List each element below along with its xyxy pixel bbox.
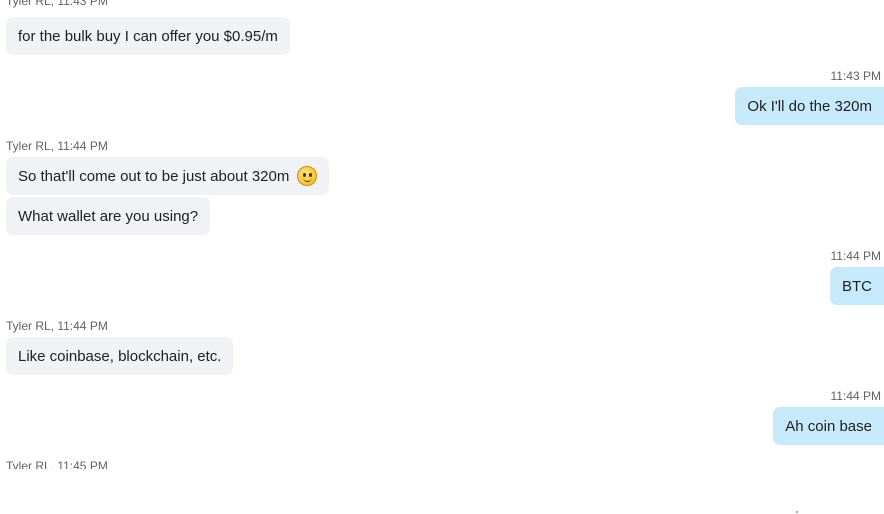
message-text: BTC	[842, 277, 872, 295]
message-header: Tyler RL, 11:43 PM	[6, 0, 108, 8]
message-header: Tyler RL, 11:44 PM	[6, 319, 108, 333]
incoming-message[interactable]: What wallet are you using?	[6, 197, 211, 235]
message-timestamp: 11:44 PM	[830, 249, 881, 263]
message-text: So that'll come out to be just about 320…	[18, 167, 290, 185]
chat-conversation: Tyler RL, 11:43 PM for the bulk buy I ca…	[0, 0, 884, 514]
message-timestamp: 11:44 PM	[830, 389, 881, 403]
scroll-indicator-dot	[796, 511, 798, 513]
incoming-message[interactable]: for the bulk buy I can offer you $0.95/m	[6, 17, 290, 55]
message-header: Tyler RL, 11:44 PM	[6, 139, 108, 153]
message-header: Tyler RL, 11:45 PM	[6, 459, 108, 473]
smiley-emoji-icon	[297, 166, 318, 186]
incoming-message[interactable]: So that'll come out to be just about 320…	[6, 157, 330, 195]
message-timestamp: 11:43 PM	[830, 69, 881, 83]
incoming-message[interactable]: Like coinbase, blockchain, etc.	[6, 337, 234, 375]
message-text: Ok I'll do the 320m	[747, 97, 872, 115]
outgoing-message[interactable]: Ah coin base	[773, 407, 884, 445]
message-text: Like coinbase, blockchain, etc.	[18, 347, 222, 365]
outgoing-message[interactable]: Ok I'll do the 320m	[735, 87, 884, 125]
message-text: What wallet are you using?	[18, 207, 199, 225]
message-text: for the bulk buy I can offer you $0.95/m	[18, 27, 278, 45]
outgoing-message[interactable]: BTC	[830, 267, 884, 305]
message-text: Ah coin base	[785, 417, 872, 435]
